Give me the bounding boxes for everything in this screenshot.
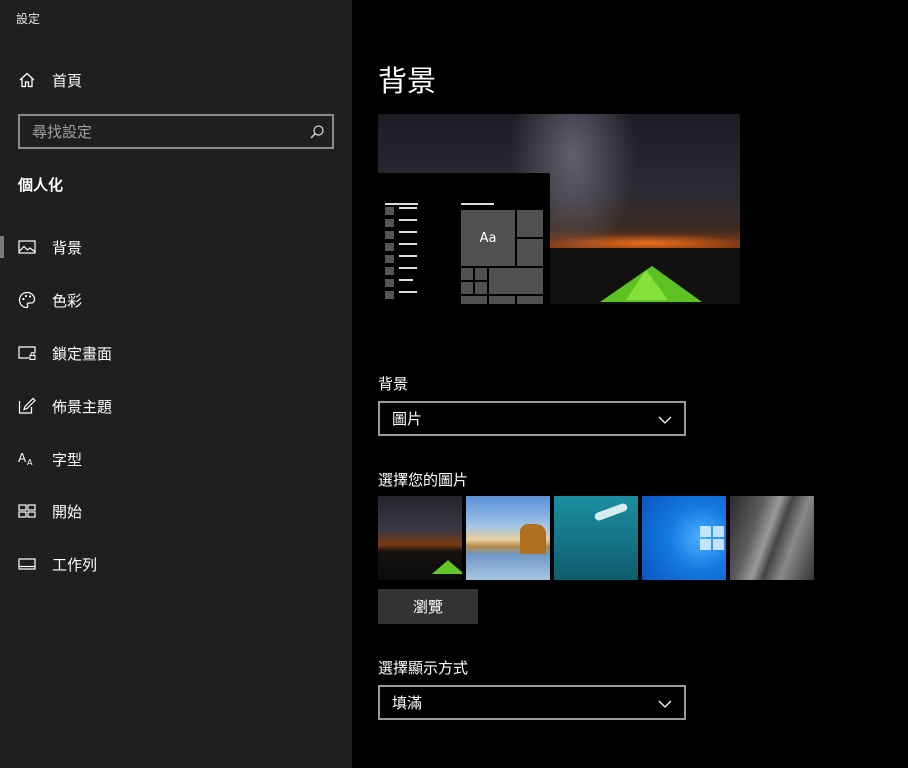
theme-icon <box>17 396 37 416</box>
sidebar-item-label: 背景 <box>52 238 83 257</box>
svg-text:A: A <box>27 458 33 467</box>
background-type-value: 圖片 <box>392 410 423 428</box>
windows-logo-icon <box>700 526 724 550</box>
font-icon: AA <box>17 449 37 469</box>
fit-dropdown[interactable]: 填滿 <box>378 685 686 720</box>
palette-icon <box>17 290 37 310</box>
picture-thumbnail-rock[interactable] <box>730 496 814 580</box>
picture-icon <box>17 237 37 257</box>
chevron-down-icon <box>658 693 672 712</box>
preview-desktop-mockup: Aa <box>378 173 550 304</box>
section-title: 個人化 <box>18 176 64 194</box>
sidebar-item-label: 佈景主題 <box>52 397 113 416</box>
app-title: 設定 <box>16 12 41 26</box>
search-box[interactable] <box>18 114 334 149</box>
background-preview: Aa <box>378 114 740 304</box>
sidebar-item-label: 開始 <box>52 502 83 521</box>
sidebar: 設定 首頁 個人化 背景 色彩 鎖定畫面 佈景主題 <box>0 0 352 768</box>
sidebar-item-start[interactable]: 開始 <box>0 491 352 531</box>
choose-picture-label: 選擇您的圖片 <box>378 471 469 489</box>
taskbar-icon <box>17 554 37 574</box>
search-input[interactable] <box>20 116 302 147</box>
home-nav-item[interactable]: 首頁 <box>0 60 352 100</box>
sidebar-item-label: 字型 <box>52 450 83 469</box>
sidebar-item-lock-screen[interactable]: 鎖定畫面 <box>0 333 352 373</box>
sidebar-item-background[interactable]: 背景 <box>0 227 352 267</box>
home-label: 首頁 <box>52 71 83 90</box>
picture-thumbnail-beach[interactable] <box>466 496 550 580</box>
sidebar-item-themes[interactable]: 佈景主題 <box>0 386 352 426</box>
picture-thumbnail-underwater[interactable] <box>554 496 638 580</box>
start-icon <box>17 501 37 521</box>
sidebar-item-label: 工作列 <box>52 555 98 574</box>
fit-label: 選擇顯示方式 <box>378 659 469 677</box>
preview-tent-highlight <box>626 270 668 300</box>
sidebar-item-taskbar[interactable]: 工作列 <box>0 544 352 584</box>
preview-sample-text: Aa <box>461 210 515 266</box>
background-type-label: 背景 <box>378 375 409 393</box>
picture-thumbnail-windows[interactable] <box>642 496 726 580</box>
sidebar-item-label: 鎖定畫面 <box>52 344 113 363</box>
sidebar-item-fonts[interactable]: AA 字型 <box>0 439 352 479</box>
picture-thumbnail-night-camp[interactable] <box>378 496 462 580</box>
search-icon[interactable] <box>302 116 332 147</box>
fit-value: 填滿 <box>392 694 423 712</box>
page-title: 背景 <box>378 64 437 98</box>
background-type-dropdown[interactable]: 圖片 <box>378 401 686 436</box>
lock-screen-icon <box>17 343 37 363</box>
main-content: 背景 Aa 背景 圖片 選擇您的圖片 瀏覽 選擇顯示方式 填滿 <box>352 0 908 768</box>
sidebar-item-label: 色彩 <box>52 291 83 310</box>
sidebar-item-colors[interactable]: 色彩 <box>0 280 352 320</box>
browse-button[interactable]: 瀏覽 <box>378 589 478 624</box>
svg-text:A: A <box>18 451 27 465</box>
home-icon <box>17 70 37 90</box>
chevron-down-icon <box>658 409 672 428</box>
